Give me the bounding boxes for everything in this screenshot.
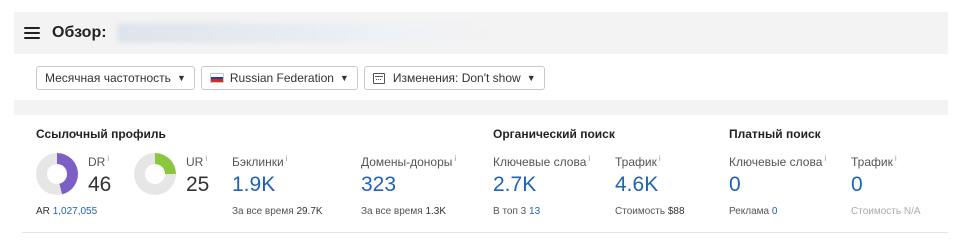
metrics-panel: Ссылочный профиль DR i 46 UR i 25 AR 1,027… (22, 115, 948, 233)
ur-value: 25 (186, 173, 210, 196)
ar-stat: AR 1,027,055 (36, 206, 98, 217)
calendar-icon (372, 72, 385, 84)
dr-donut-chart (36, 153, 78, 195)
paid-traffic-label: Трафик i (851, 154, 897, 169)
organic-traffic-cost: Стоимость $88 (615, 206, 685, 217)
country-dropdown-label: Russian Federation (229, 71, 334, 85)
organic-top3: В топ 3 13 (493, 206, 541, 217)
section-divider (14, 100, 948, 115)
organic-traffic-label: Трафик i (615, 154, 661, 169)
organic-keywords-label: Ключевые слова i (493, 154, 591, 169)
blurred-target-url (116, 23, 507, 43)
info-icon[interactable]: i (107, 154, 109, 163)
ur-label: UR i (186, 154, 208, 169)
country-dropdown[interactable]: Russian Federation ▼ (200, 66, 358, 90)
caret-down-icon: ▼ (339, 73, 349, 83)
organic-keywords-value[interactable]: 2.7K (493, 173, 536, 197)
caret-down-icon: ▼ (526, 73, 536, 83)
filter-bar: Месячная частотность ▼ Russian Federatio… (22, 56, 948, 100)
info-icon[interactable]: i (205, 154, 207, 163)
info-icon[interactable]: i (659, 154, 661, 163)
dr-value: 46 (88, 173, 112, 196)
info-icon[interactable]: i (895, 154, 897, 163)
paid-keywords-label: Ключевые слова i (729, 154, 827, 169)
ur-donut-chart (134, 153, 176, 195)
caret-down-icon: ▼ (176, 73, 186, 83)
dr-label: DR i (88, 154, 110, 169)
frequency-dropdown-label: Месячная частотность (45, 71, 171, 85)
backlink-profile-title: Ссылочный профиль (36, 127, 166, 141)
paid-keywords-value[interactable]: 0 (729, 173, 741, 197)
top3-value[interactable]: 13 (529, 206, 540, 217)
changes-dropdown-label: Изменения: Don't show (392, 71, 521, 85)
backlinks-value[interactable]: 1.9K (232, 173, 275, 197)
backlinks-all-time: За все время 29.7K (232, 206, 323, 217)
changes-dropdown[interactable]: Изменения: Don't show ▼ (363, 66, 545, 90)
organic-search-title: Органический поиск (493, 127, 615, 141)
paid-search-title: Платный поиск (729, 127, 821, 141)
info-icon[interactable]: i (588, 154, 590, 163)
info-icon[interactable]: i (286, 154, 288, 163)
ref-domains-all-time: За все время 1.3K (361, 206, 447, 217)
ar-value[interactable]: 1,027,055 (53, 206, 98, 217)
organic-traffic-value[interactable]: 4.6K (615, 173, 658, 197)
paid-ads: Реклама 0 (729, 206, 778, 217)
hamburger-menu-icon[interactable] (24, 27, 40, 39)
frequency-dropdown[interactable]: Месячная частотность ▼ (36, 66, 195, 90)
paid-traffic-value[interactable]: 0 (851, 173, 863, 197)
paid-traffic-cost: Стоимость N/A (851, 206, 921, 217)
ref-domains-label: Домены-доноры i (361, 154, 457, 169)
backlinks-label: Бэклинки i (232, 154, 288, 169)
page-title: Обзор: (52, 24, 107, 41)
info-icon[interactable]: i (824, 154, 826, 163)
ref-domains-value[interactable]: 323 (361, 173, 396, 197)
info-icon[interactable]: i (454, 154, 456, 163)
page-header: Обзор: (14, 12, 948, 54)
russia-flag-icon (209, 73, 224, 83)
ads-value[interactable]: 0 (772, 206, 778, 217)
